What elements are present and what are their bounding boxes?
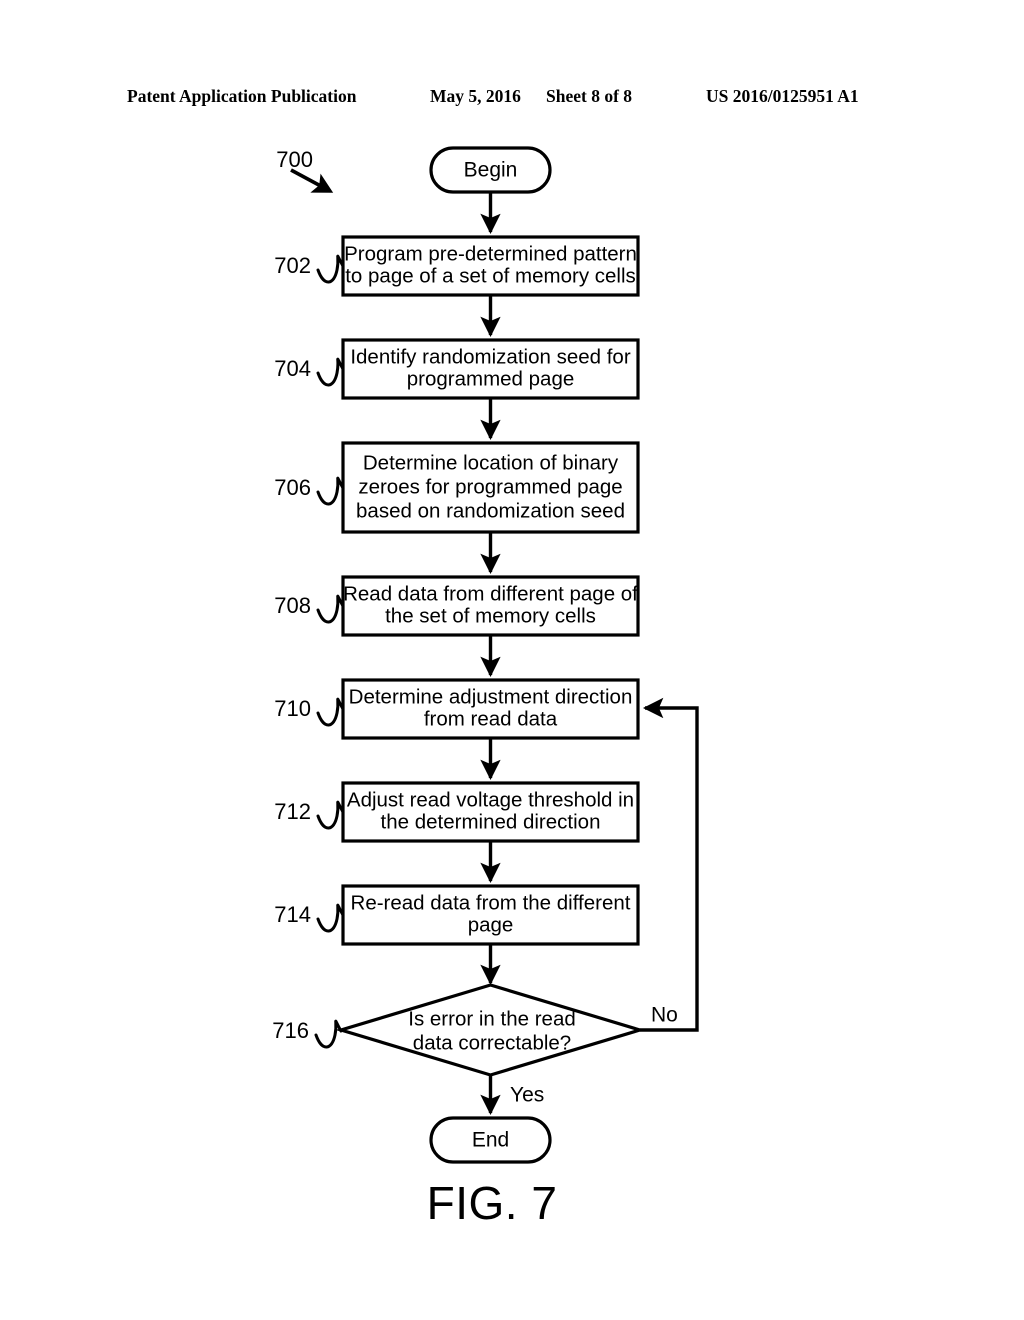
flow-ref-704-squiggle	[316, 357, 345, 387]
flow-node-706-line-3: based on randomization seed	[356, 499, 625, 522]
flow-ref-716: 716	[272, 1018, 309, 1043]
flow-node-end-label: End	[472, 1129, 509, 1152]
flow-node-712-line-2: the determined direction	[381, 810, 601, 833]
diagram-ref-700: 700	[276, 147, 313, 172]
flow-node-706-line-2: zeroes for programmed page	[358, 475, 622, 498]
flow-node-704-line-1: Identify randomization seed for	[350, 345, 630, 368]
flow-ref-708: 708	[274, 593, 311, 618]
flow-node-716-line-2: data correctable?	[413, 1031, 571, 1054]
flow-node-708-line-2: the set of memory cells	[385, 604, 596, 627]
flow-ref-704: 704	[274, 356, 311, 381]
flow-ref-702-squiggle	[316, 254, 345, 284]
flow-node-716-line-1: Is error in the read	[408, 1007, 576, 1030]
edge-label-no: No	[651, 1004, 678, 1027]
flow-node-708-line-1: Read data from different page of	[343, 582, 638, 605]
flowchart-diagram: 700 Begin Program pre-determined pattern…	[272, 146, 699, 1229]
flow-node-begin-label: Begin	[464, 159, 518, 182]
flow-node-714-line-1: Re-read data from the different	[351, 891, 631, 914]
flow-ref-706-squiggle	[316, 476, 345, 506]
edge-label-yes: Yes	[510, 1084, 544, 1107]
flow-node-710-line-1: Determine adjustment direction	[349, 685, 633, 708]
flow-node-702-line-2: to page of a set of memory cells	[345, 264, 636, 287]
flow-ref-702: 702	[274, 253, 311, 278]
flow-ref-716-squiggle	[314, 1019, 343, 1049]
flow-ref-714: 714	[274, 902, 311, 927]
flow-ref-710: 710	[274, 696, 311, 721]
flow-node-714-line-2: page	[468, 913, 514, 936]
figure-caption: FIG. 7	[427, 1177, 558, 1229]
diagram-ref-leader-arrow	[290, 168, 334, 193]
patent-figure-page: Patent Application Publication May 5, 20…	[0, 0, 1024, 1320]
flow-node-706-line-1: Determine location of binary	[363, 451, 619, 474]
flow-node-702-line-1: Program pre-determined pattern	[344, 242, 637, 265]
flow-ref-712: 712	[274, 799, 311, 824]
connector-716-no-to-710	[640, 697, 699, 1032]
flow-ref-712-squiggle	[316, 800, 345, 830]
flow-ref-708-squiggle	[316, 594, 345, 624]
flow-node-710-line-2: from read data	[424, 707, 558, 730]
flow-node-712-line-1: Adjust read voltage threshold in	[347, 788, 634, 811]
flow-ref-710-squiggle	[316, 697, 345, 727]
flow-node-704-line-2: programmed page	[407, 367, 575, 390]
flow-ref-714-squiggle	[316, 903, 345, 933]
flow-ref-706: 706	[274, 475, 311, 500]
